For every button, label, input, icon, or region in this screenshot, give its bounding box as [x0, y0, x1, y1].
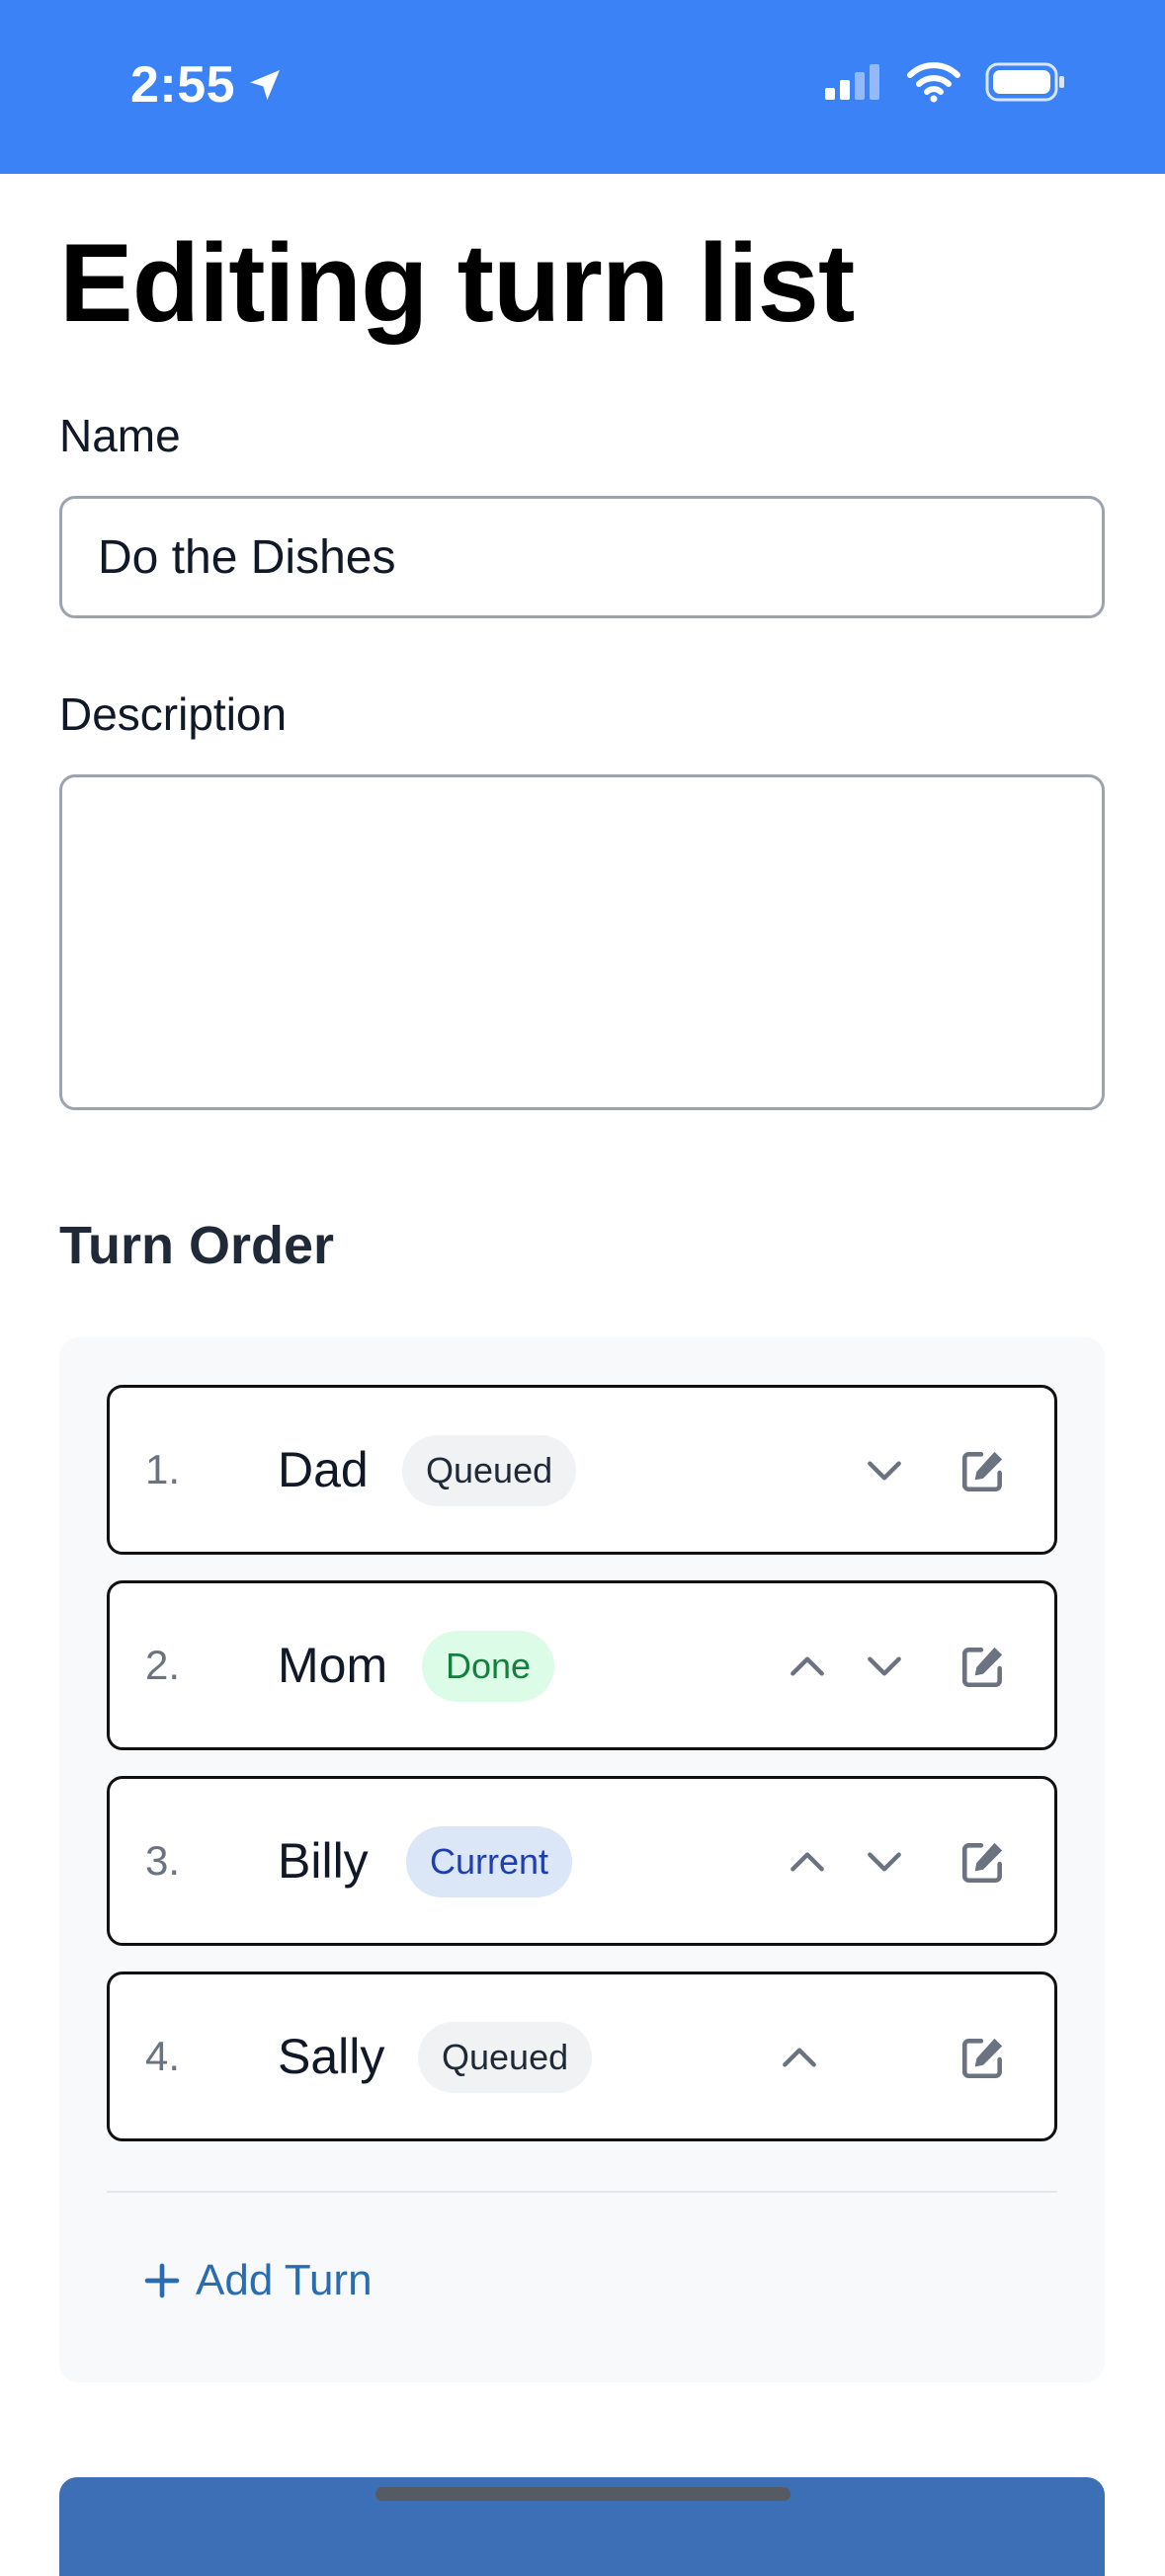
chevron-down-icon: [868, 1656, 901, 1676]
turn-name: Sally: [278, 2029, 385, 2084]
edit-icon: [961, 1647, 1003, 1688]
move-down-button[interactable]: [853, 1830, 916, 1893]
turn-number: 1.: [145, 1446, 181, 1492]
status-bar: 2:55: [0, 0, 1165, 174]
home-indicator: [375, 2487, 791, 2501]
turn-name: Billy: [278, 1833, 369, 1889]
move-down-button[interactable]: [853, 1635, 916, 1698]
turn-number: 2.: [145, 1642, 181, 1688]
chevron-down-icon: [868, 1852, 901, 1872]
turn-number: 4.: [145, 2033, 181, 2079]
move-up-button[interactable]: [776, 1635, 839, 1698]
wifi-icon: [907, 62, 960, 103]
add-turn-label: Add Turn: [196, 2256, 373, 2304]
turn-row-mom: 2. Mom Done: [107, 1580, 1057, 1750]
turn-list-panel: 1. Dad Queued 2. Mom Done 3. Billy Curre…: [59, 1337, 1105, 2382]
name-label: Name: [59, 410, 181, 461]
turn-number: 3.: [145, 1837, 181, 1884]
status-time-text: 2:55: [130, 56, 236, 114]
turn-order-title: Turn Order: [59, 1216, 335, 1275]
chevron-up-icon: [783, 2048, 816, 2067]
move-down-button[interactable]: [853, 1439, 916, 1502]
edit-icon: [961, 2038, 1003, 2079]
add-turn-button[interactable]: Add Turn: [142, 2256, 373, 2305]
status-badge: Current: [406, 1826, 573, 1897]
turn-row-dad: 1. Dad Queued: [107, 1385, 1057, 1555]
status-icons: [823, 61, 1066, 103]
plus-icon: [144, 2263, 180, 2298]
turn-name: Mom: [278, 1638, 388, 1693]
chevron-up-icon: [791, 1656, 824, 1676]
signal-icon: [825, 64, 879, 100]
turn-row-billy: 3. Billy Current: [107, 1776, 1057, 1946]
battery-icon: [985, 62, 1064, 102]
move-up-button[interactable]: [776, 1830, 839, 1893]
turn-row-sally: 4. Sally Queued: [107, 1972, 1057, 2141]
status-badge: Queued: [402, 1435, 577, 1506]
turn-name: Dad: [278, 1442, 369, 1497]
edit-icon: [961, 1842, 1003, 1884]
status-time: 2:55: [130, 55, 285, 115]
description-textarea[interactable]: [59, 774, 1105, 1110]
edit-icon: [961, 1451, 1003, 1492]
edit-turn-button[interactable]: [952, 1635, 1015, 1698]
description-label: Description: [59, 688, 288, 740]
edit-turn-button[interactable]: [952, 1439, 1015, 1502]
chevron-up-icon: [791, 1852, 824, 1872]
edit-turn-button[interactable]: [952, 1830, 1015, 1893]
status-badge: Done: [422, 1631, 555, 1702]
location-arrow-icon: [250, 70, 281, 100]
move-up-button[interactable]: [768, 2026, 831, 2089]
edit-turn-button[interactable]: [952, 2026, 1015, 2089]
chevron-down-icon: [868, 1461, 901, 1481]
divider: [107, 2191, 1057, 2193]
name-input[interactable]: [59, 496, 1105, 618]
status-badge: Queued: [418, 2022, 593, 2093]
page-title: Editing turn list: [59, 221, 855, 345]
